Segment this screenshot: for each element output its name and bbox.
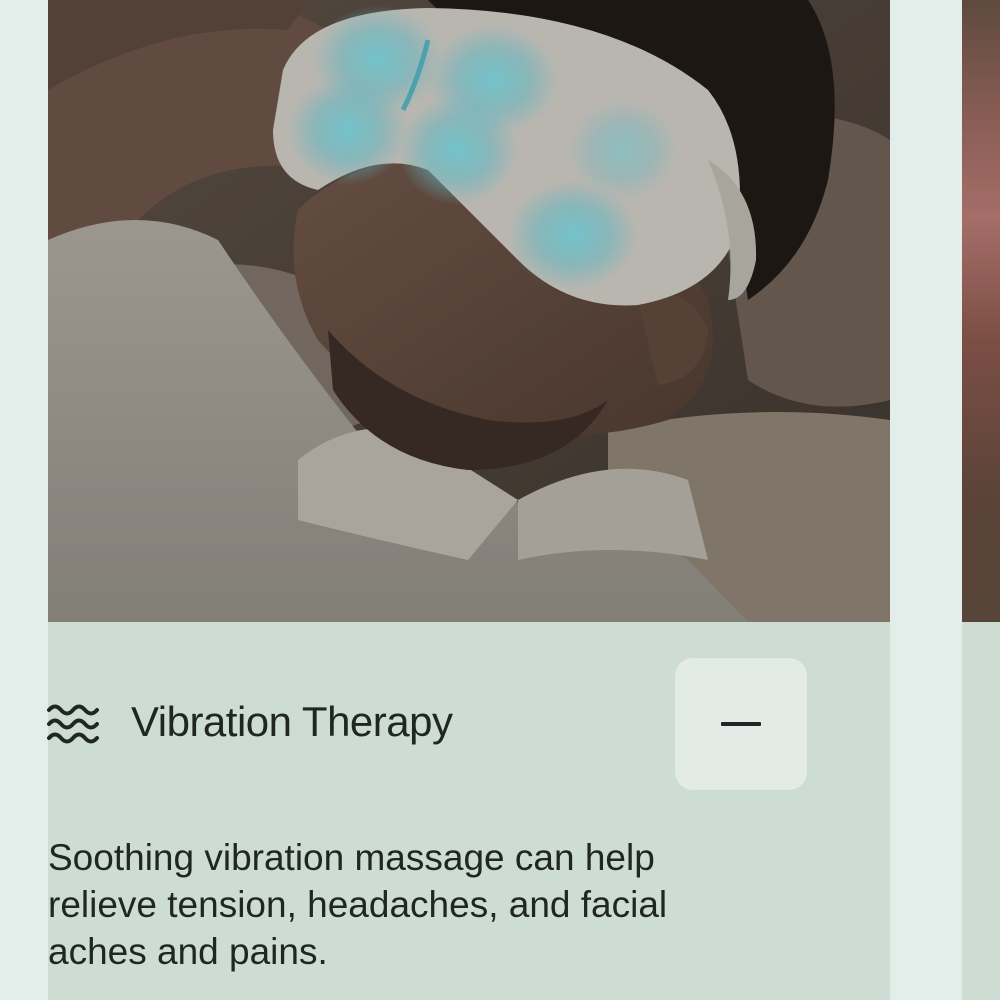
collapse-button[interactable]	[675, 658, 807, 790]
product-photo	[48, 0, 890, 622]
minus-icon	[721, 722, 761, 726]
carousel: Vibration Therapy Soothing vibration mas…	[0, 0, 1000, 1000]
next-card-photo	[962, 0, 1000, 622]
feature-description: Soothing vibration massage can help reli…	[48, 837, 668, 972]
next-feature-card[interactable]	[962, 0, 1000, 1000]
man-wearing-eye-massager-image	[48, 0, 890, 622]
waves-icon	[47, 700, 99, 748]
feature-title: Vibration Therapy	[131, 698, 453, 745]
